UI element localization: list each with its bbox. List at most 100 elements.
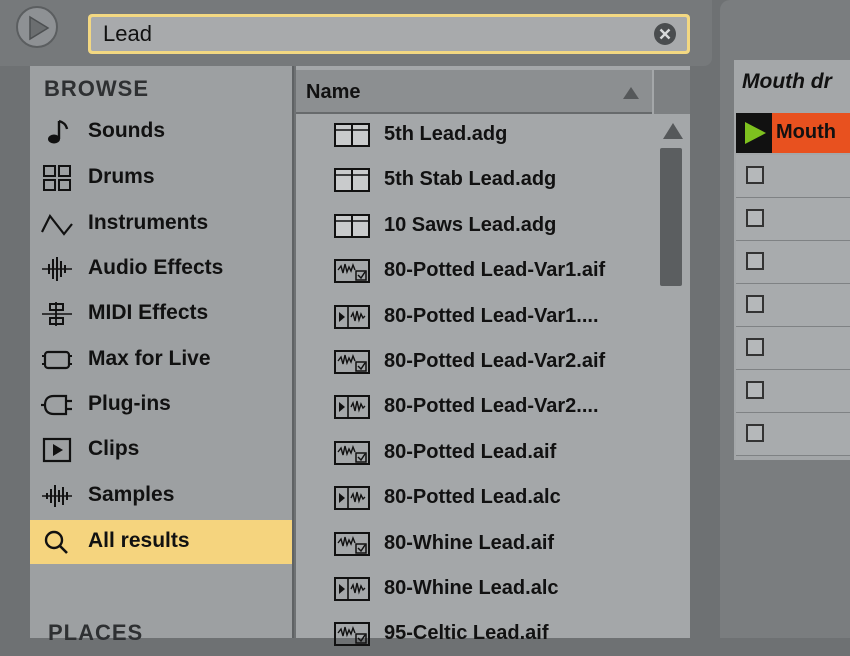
file-name: 5th Lead.adg — [384, 123, 508, 145]
file-row[interactable]: 95-Celtic Lead.aif — [296, 611, 656, 656]
clip-file-icon — [334, 485, 370, 516]
file-row[interactable]: 80-Potted Lead.aif — [296, 430, 656, 475]
plug-icon — [41, 394, 72, 416]
clip-icon — [42, 437, 72, 463]
sidebar-item-label: Instruments — [88, 211, 209, 234]
search-icon — [44, 530, 68, 554]
sidebar-item-label: Max for Live — [88, 347, 211, 370]
file-row[interactable]: 80-Whine Lead.aif — [296, 521, 656, 566]
file-row[interactable]: 80-Potted Lead-Var2.... — [296, 384, 656, 429]
header-spacer — [654, 70, 690, 114]
file-name: 95-Celtic Lead.aif — [384, 622, 549, 645]
file-row[interactable]: 80-Potted Lead-Var1.... — [296, 294, 656, 339]
sample-file-icon — [334, 531, 370, 562]
sidebar-item-drums[interactable]: Drums — [30, 156, 292, 200]
rack-file-icon — [334, 167, 370, 198]
clip-slot-playing[interactable]: Mouth — [736, 113, 850, 153]
clear-search-icon[interactable] — [653, 22, 677, 46]
sidebar-item-label: Plug-ins — [88, 392, 171, 415]
sidebar-item-sounds[interactable]: Sounds — [30, 110, 292, 154]
preview-play-button[interactable] — [16, 6, 58, 48]
search-box — [88, 14, 690, 54]
scroll-up-icon[interactable] — [662, 122, 684, 140]
sidebar-item-label: Samples — [88, 483, 175, 506]
clip-slot-empty[interactable] — [736, 241, 850, 284]
clip-slot-empty[interactable] — [736, 284, 850, 327]
clip-name: Mouth — [776, 121, 836, 143]
clip-slot-empty[interactable] — [736, 155, 850, 198]
sample-icon — [42, 485, 72, 507]
clip-play-icon[interactable] — [742, 120, 768, 146]
file-name: 10 Saws Lead.adg — [384, 213, 557, 236]
sidebar-item-label: Audio Effects — [88, 256, 224, 279]
stop-button-icon[interactable] — [746, 424, 764, 442]
file-row[interactable]: 80-Whine Lead.alc — [296, 566, 656, 611]
file-name: 80-Potted Lead-Var2.aif — [384, 350, 606, 372]
file-row[interactable]: 80-Potted Lead-Var2.aif — [296, 339, 656, 384]
max-icon — [42, 350, 72, 370]
clip-slot-empty[interactable] — [736, 370, 850, 413]
sidebar-item-samples[interactable]: Samples — [30, 474, 292, 518]
clip-file-icon — [334, 576, 370, 607]
sidebar-item-label: Sounds — [88, 119, 165, 142]
sidebar-item-max-for-live[interactable]: Max for Live — [30, 338, 292, 382]
stop-button-icon[interactable] — [746, 166, 764, 184]
sample-file-icon — [334, 349, 370, 380]
file-name: 80-Potted Lead.aif — [384, 440, 557, 463]
sample-file-icon — [334, 621, 370, 652]
sample-file-icon — [334, 258, 370, 289]
rack-file-icon — [334, 122, 370, 153]
file-name: 80-Whine Lead.aif — [384, 531, 555, 554]
clip-slot-empty[interactable] — [736, 327, 850, 370]
file-name: 80-Potted Lead-Var2.... — [384, 395, 599, 418]
file-name: 80-Potted Lead-Var1.... — [384, 304, 599, 327]
column-header-label: Name — [306, 81, 361, 103]
stop-button-icon[interactable] — [746, 252, 764, 270]
wave-icon — [41, 213, 73, 236]
stop-button-icon[interactable] — [746, 381, 764, 399]
stop-button-icon[interactable] — [746, 338, 764, 356]
clip-file-icon — [334, 304, 370, 335]
sidebar-item-plug-ins[interactable]: Plug-ins — [30, 383, 292, 427]
browse-heading: BROWSE — [44, 76, 149, 101]
audio-effect-icon — [42, 257, 72, 281]
sort-ascending-icon — [623, 87, 639, 99]
file-row[interactable]: 80-Potted Lead-Var1.aif — [296, 248, 656, 293]
scrollbar-thumb[interactable] — [660, 148, 682, 286]
grid-icon — [43, 165, 71, 191]
sidebar-item-label: Drums — [88, 165, 155, 188]
browse-sidebar: BROWSE Sounds Drums Instruments Audio Ef… — [30, 66, 294, 645]
name-column-header[interactable]: Name — [296, 70, 652, 114]
places-heading: PLACES — [48, 620, 144, 645]
clip-slot-empty[interactable] — [736, 413, 850, 456]
clip-label[interactable]: Mouth — [772, 113, 850, 153]
sidebar-item-label: Clips — [88, 437, 140, 460]
sidebar-item-audio-effects[interactable]: Audio Effects — [30, 247, 292, 291]
sidebar-item-midi-effects[interactable]: MIDI Effects — [30, 292, 292, 336]
note-icon — [48, 119, 69, 144]
sidebar-item-label: All results — [88, 529, 190, 552]
stop-button-icon[interactable] — [746, 209, 764, 227]
sample-file-icon — [334, 440, 370, 471]
file-name: 5th Stab Lead.adg — [384, 168, 557, 191]
file-list: Name 5th Lead.adg 5th Stab Lead.adg 10 Saw… — [296, 66, 690, 647]
rack-file-icon — [334, 213, 370, 244]
file-name: 80-Whine Lead.alc — [384, 577, 559, 599]
sidebar-item-label: MIDI Effects — [88, 301, 209, 324]
clip-slot-empty[interactable] — [736, 198, 850, 241]
stop-button-icon[interactable] — [746, 295, 764, 313]
sidebar-item-clips[interactable]: Clips — [30, 428, 292, 472]
file-row[interactable]: 5th Lead.adg — [296, 112, 656, 157]
sidebar-item-instruments[interactable]: Instruments — [30, 202, 292, 246]
clip-file-icon — [334, 394, 370, 425]
file-row[interactable]: 10 Saws Lead.adg — [296, 203, 656, 248]
play-icon — [29, 15, 50, 41]
file-row[interactable]: 80-Potted Lead.alc — [296, 475, 656, 520]
midi-effect-icon — [42, 302, 72, 326]
sidebar-item-all-results[interactable]: All results — [30, 520, 292, 564]
track-title[interactable]: Mouth dr — [742, 70, 832, 94]
file-row[interactable]: 5th Stab Lead.adg — [296, 157, 656, 202]
file-name: 80-Potted Lead.alc — [384, 486, 561, 509]
search-input[interactable] — [103, 17, 643, 51]
file-name: 80-Potted Lead-Var1.aif — [384, 259, 606, 282]
